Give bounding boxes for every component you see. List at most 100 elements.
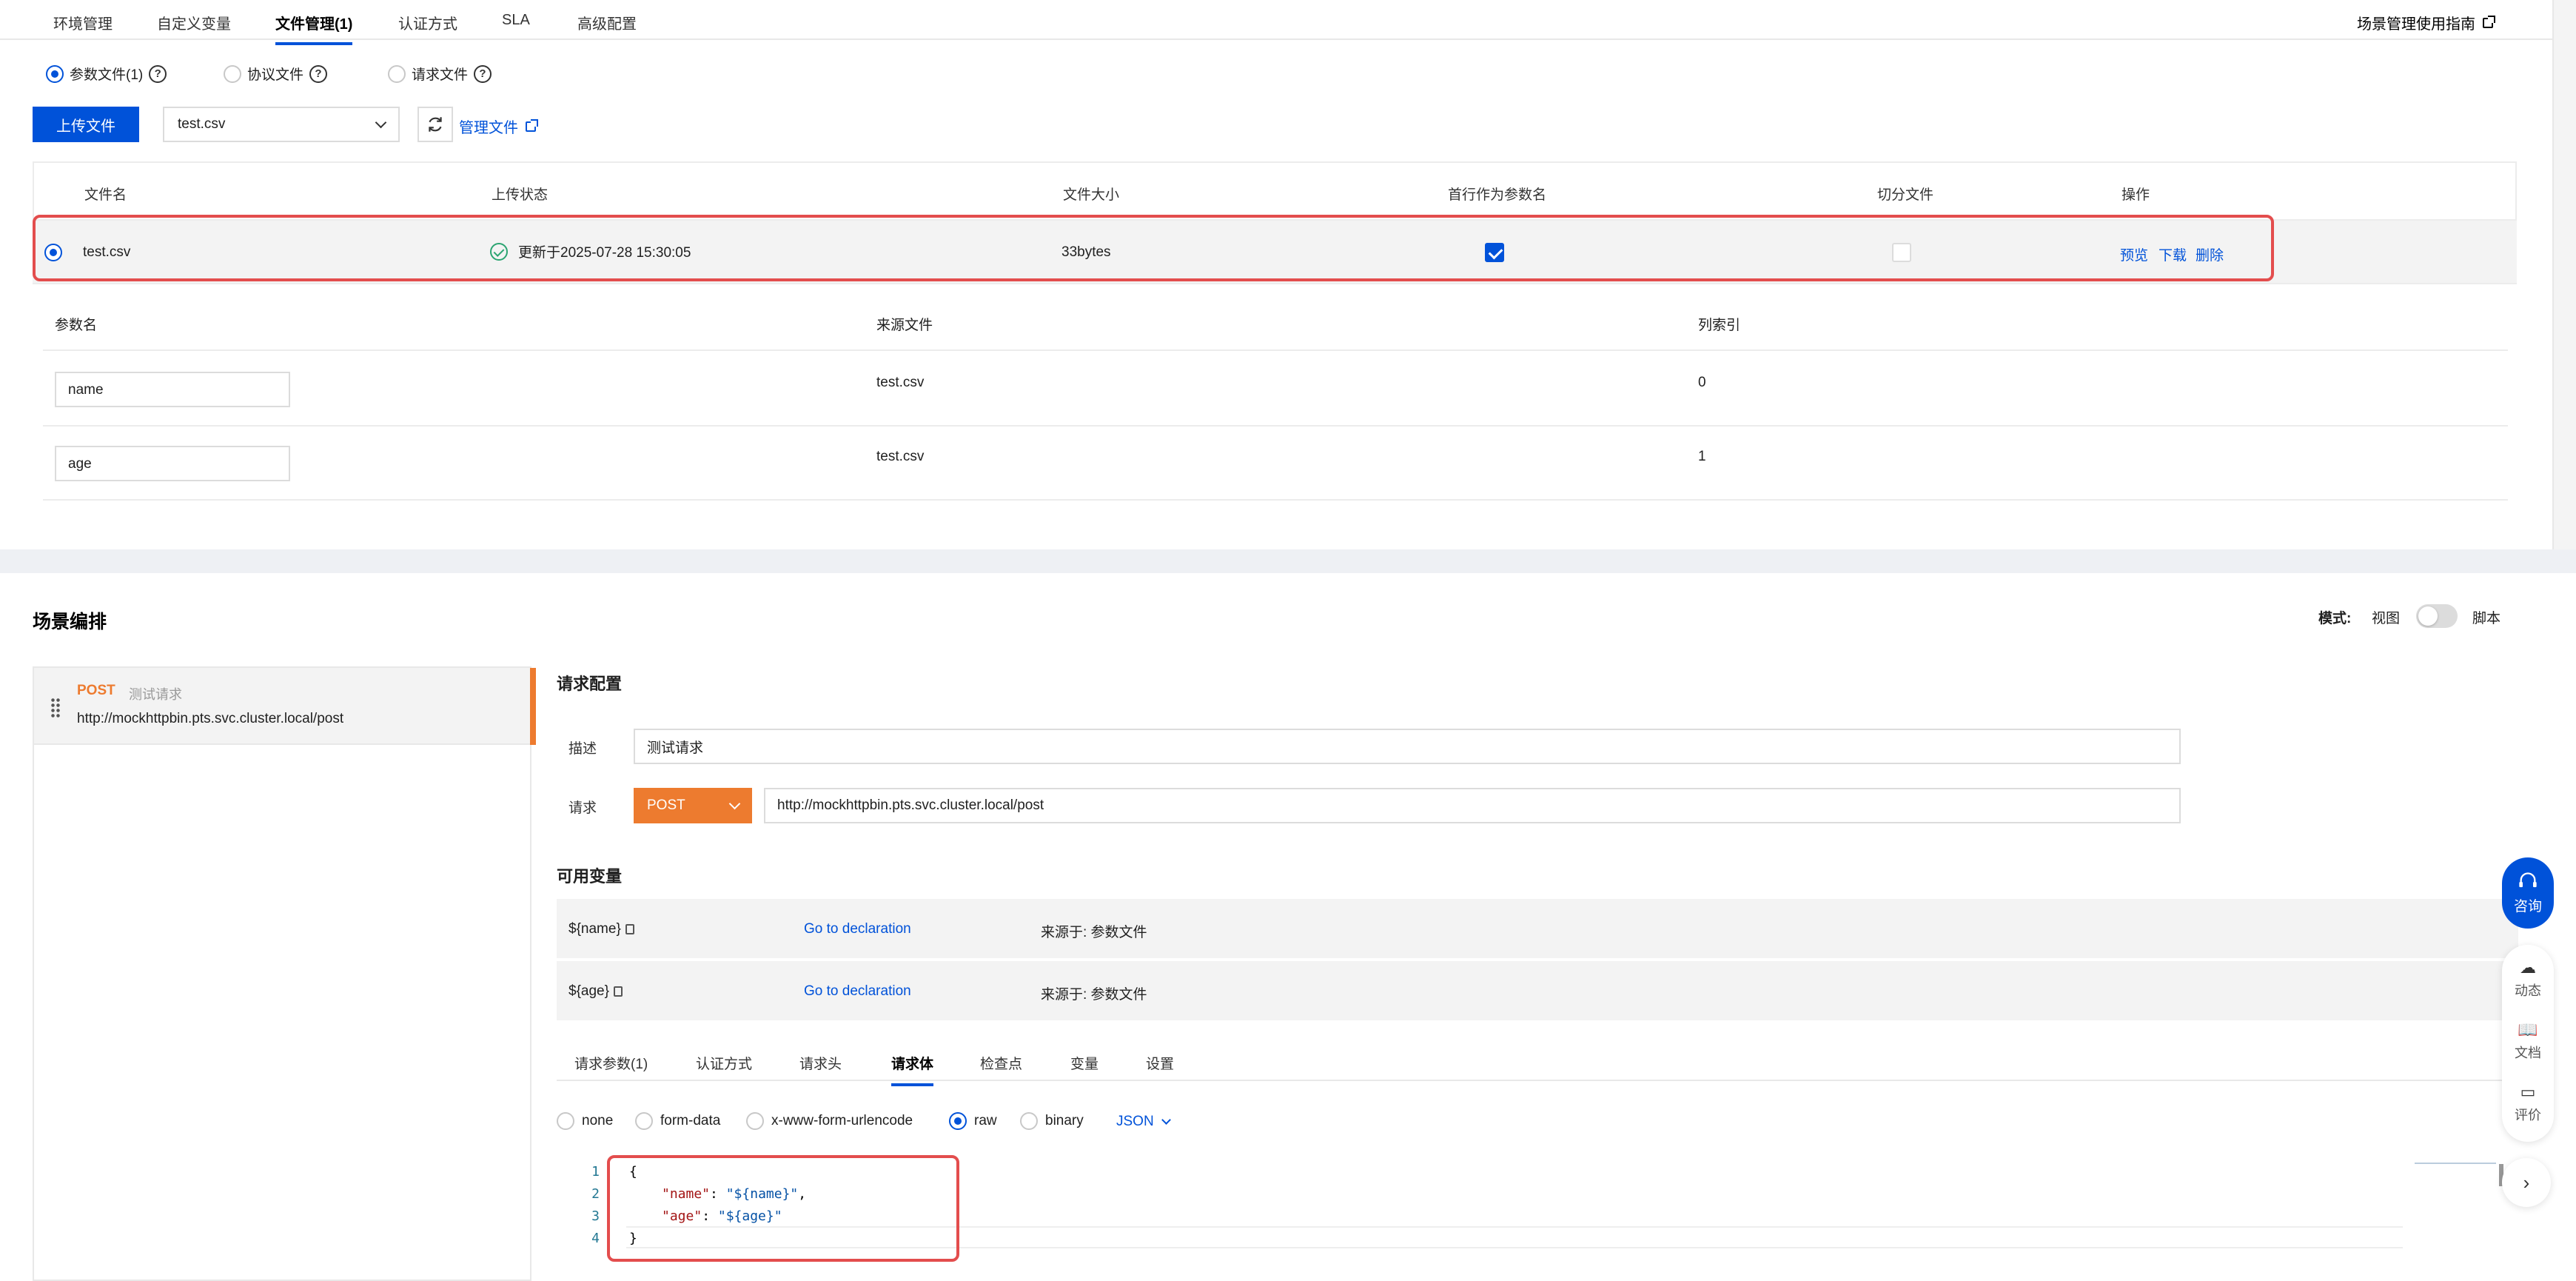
col-actions: 操作	[2121, 187, 2150, 203]
tab-sla[interactable]: SLA	[502, 12, 530, 29]
page-scrollbar[interactable]	[2552, 0, 2576, 549]
side-item-label: 文档	[2515, 1046, 2541, 1060]
scenario-title: 场景编排	[33, 612, 107, 632]
radio-checked-icon	[949, 1112, 967, 1130]
minimap	[2415, 1163, 2496, 1164]
manage-files-link[interactable]: 管理文件	[459, 116, 538, 137]
copy-icon[interactable]	[625, 923, 634, 934]
tab-auth[interactable]: 认证方式	[398, 12, 457, 33]
variable-row: ${name} Go to declaration 来源于: 参数文件	[557, 899, 2518, 960]
method-value: POST	[647, 797, 685, 813]
tab-checkpoints[interactable]: 检查点	[980, 1053, 1022, 1073]
desc-input[interactable]: 测试请求	[634, 729, 2181, 764]
radio-param-file[interactable]: 参数文件(1) ?	[46, 64, 167, 84]
help-icon[interactable]: ?	[309, 64, 328, 83]
side-item-activity[interactable]: ☁ 动态	[2502, 958, 2554, 1000]
param-name-input[interactable]: age	[55, 446, 290, 481]
radio-label: 参数文件(1)	[70, 67, 144, 83]
help-icon[interactable]: ?	[149, 64, 167, 83]
radio-label: binary	[1045, 1113, 1084, 1128]
request-list-item[interactable]: POST 测试请求 http://mockhttpbin.pts.svc.clu…	[34, 668, 536, 745]
radio-request-file[interactable]: 请求文件 ?	[388, 64, 492, 84]
highlight-box	[33, 215, 2274, 281]
file-table-header: 文件名 上传状态 文件大小 首行作为参数名 切分文件 操作	[33, 161, 2517, 221]
radio-icon	[388, 64, 406, 83]
param-source: test.csv	[876, 375, 925, 390]
body-type-form-data[interactable]: form-data	[635, 1112, 720, 1130]
tab-request-body[interactable]: 请求体	[891, 1053, 934, 1086]
tab-file-management[interactable]: 文件管理(1)	[275, 12, 353, 45]
param-name-input[interactable]: name	[55, 372, 290, 407]
method-select[interactable]: POST	[634, 788, 752, 823]
collapse-button[interactable]: ›	[2502, 1158, 2551, 1207]
cloud-icon: ☁	[2520, 958, 2536, 977]
side-item-feedback[interactable]: ▭ 评价	[2502, 1083, 2554, 1124]
col-split-file: 切分文件	[1877, 187, 1934, 203]
radio-icon	[224, 64, 241, 83]
radio-icon	[1020, 1112, 1038, 1130]
param-row: age test.csv 1	[43, 427, 2508, 501]
request-sub-tabs: 请求参数(1) 认证方式 请求头 请求体 检查点 变量 设置	[557, 1038, 2518, 1086]
refresh-button[interactable]	[417, 107, 453, 142]
radio-label: 协议文件	[247, 67, 304, 83]
top-tab-bar: 环境管理 自定义变量 文件管理(1) 认证方式 SLA 高级配置 场景管理使用指…	[0, 0, 2554, 45]
request-label: 请求	[568, 800, 597, 816]
col-first-row: 首行作为参数名	[1448, 187, 1547, 203]
go-to-declaration-link[interactable]: Go to declaration	[804, 983, 911, 1000]
url-input[interactable]: http://mockhttpbin.pts.svc.cluster.local…	[764, 788, 2181, 823]
file-select-value: test.csv	[178, 116, 226, 132]
drag-handle-icon[interactable]	[50, 698, 61, 718]
param-table-header: 参数名 来源文件 列索引	[43, 302, 2508, 351]
radio-label: raw	[974, 1113, 997, 1128]
tab-auth-method[interactable]: 认证方式	[696, 1053, 752, 1073]
chevron-down-icon	[728, 797, 741, 809]
col-file-name: 文件名	[84, 187, 127, 203]
tab-headers[interactable]: 请求头	[799, 1053, 842, 1073]
radio-label: 请求文件	[412, 67, 469, 83]
help-icon[interactable]: ?	[474, 64, 492, 83]
request-name: 测试请求	[129, 687, 182, 702]
copy-icon[interactable]	[613, 986, 623, 997]
desc-label: 描述	[568, 741, 597, 757]
variable-source: 来源于: 参数文件	[1041, 987, 1147, 1003]
col-source-file: 来源文件	[876, 318, 933, 333]
tab-request-params[interactable]: 请求参数(1)	[574, 1053, 648, 1073]
line-number: 1	[591, 1164, 600, 1180]
manage-files-label: 管理文件	[459, 120, 518, 136]
go-to-declaration-link[interactable]: Go to declaration	[804, 921, 911, 937]
radio-label: none	[582, 1113, 614, 1128]
format-select[interactable]: JSON	[1116, 1114, 1171, 1130]
variable-name: ${name}	[568, 921, 634, 937]
mode-toggle[interactable]	[2416, 604, 2458, 628]
side-tool-panel: ☁ 动态 📖 文档 ▭ 评价	[2502, 945, 2554, 1142]
body-type-binary[interactable]: binary	[1020, 1112, 1084, 1130]
guide-link-label: 场景管理使用指南	[2357, 16, 2475, 33]
tab-settings[interactable]: 设置	[1146, 1053, 1174, 1073]
tab-advanced[interactable]: 高级配置	[577, 12, 637, 33]
line-number: 3	[591, 1208, 600, 1224]
radio-protocol-file[interactable]: 协议文件 ?	[224, 64, 328, 84]
variable-source: 来源于: 参数文件	[1041, 925, 1147, 940]
guide-link[interactable]: 场景管理使用指南	[2357, 12, 2495, 33]
mode-view-label: 视图	[2372, 611, 2401, 626]
body-type-raw[interactable]: raw	[949, 1112, 997, 1130]
radio-icon	[746, 1112, 764, 1130]
side-item-label: 动态	[2515, 983, 2541, 998]
book-icon: 📖	[2518, 1020, 2538, 1039]
vars-title: 可用变量	[557, 867, 623, 886]
side-item-docs[interactable]: 📖 文档	[2502, 1020, 2554, 1062]
param-index: 1	[1698, 449, 1706, 464]
body-type-none[interactable]: none	[557, 1112, 613, 1130]
radio-icon	[635, 1112, 653, 1130]
chevron-down-icon	[1161, 1114, 1171, 1125]
tab-variables[interactable]: 变量	[1070, 1053, 1099, 1073]
tab-env[interactable]: 环境管理	[53, 12, 113, 33]
tab-custom-vars[interactable]: 自定义变量	[157, 12, 231, 33]
upload-file-button[interactable]: 上传文件	[33, 107, 139, 142]
line-number: 2	[591, 1186, 600, 1202]
consult-button[interactable]: 咨询	[2502, 857, 2554, 929]
line-number: 4	[591, 1231, 600, 1246]
file-select[interactable]: test.csv	[163, 107, 400, 142]
body-type-urlencode[interactable]: x-www-form-urlencode	[746, 1112, 913, 1130]
col-param-name: 参数名	[55, 318, 98, 333]
